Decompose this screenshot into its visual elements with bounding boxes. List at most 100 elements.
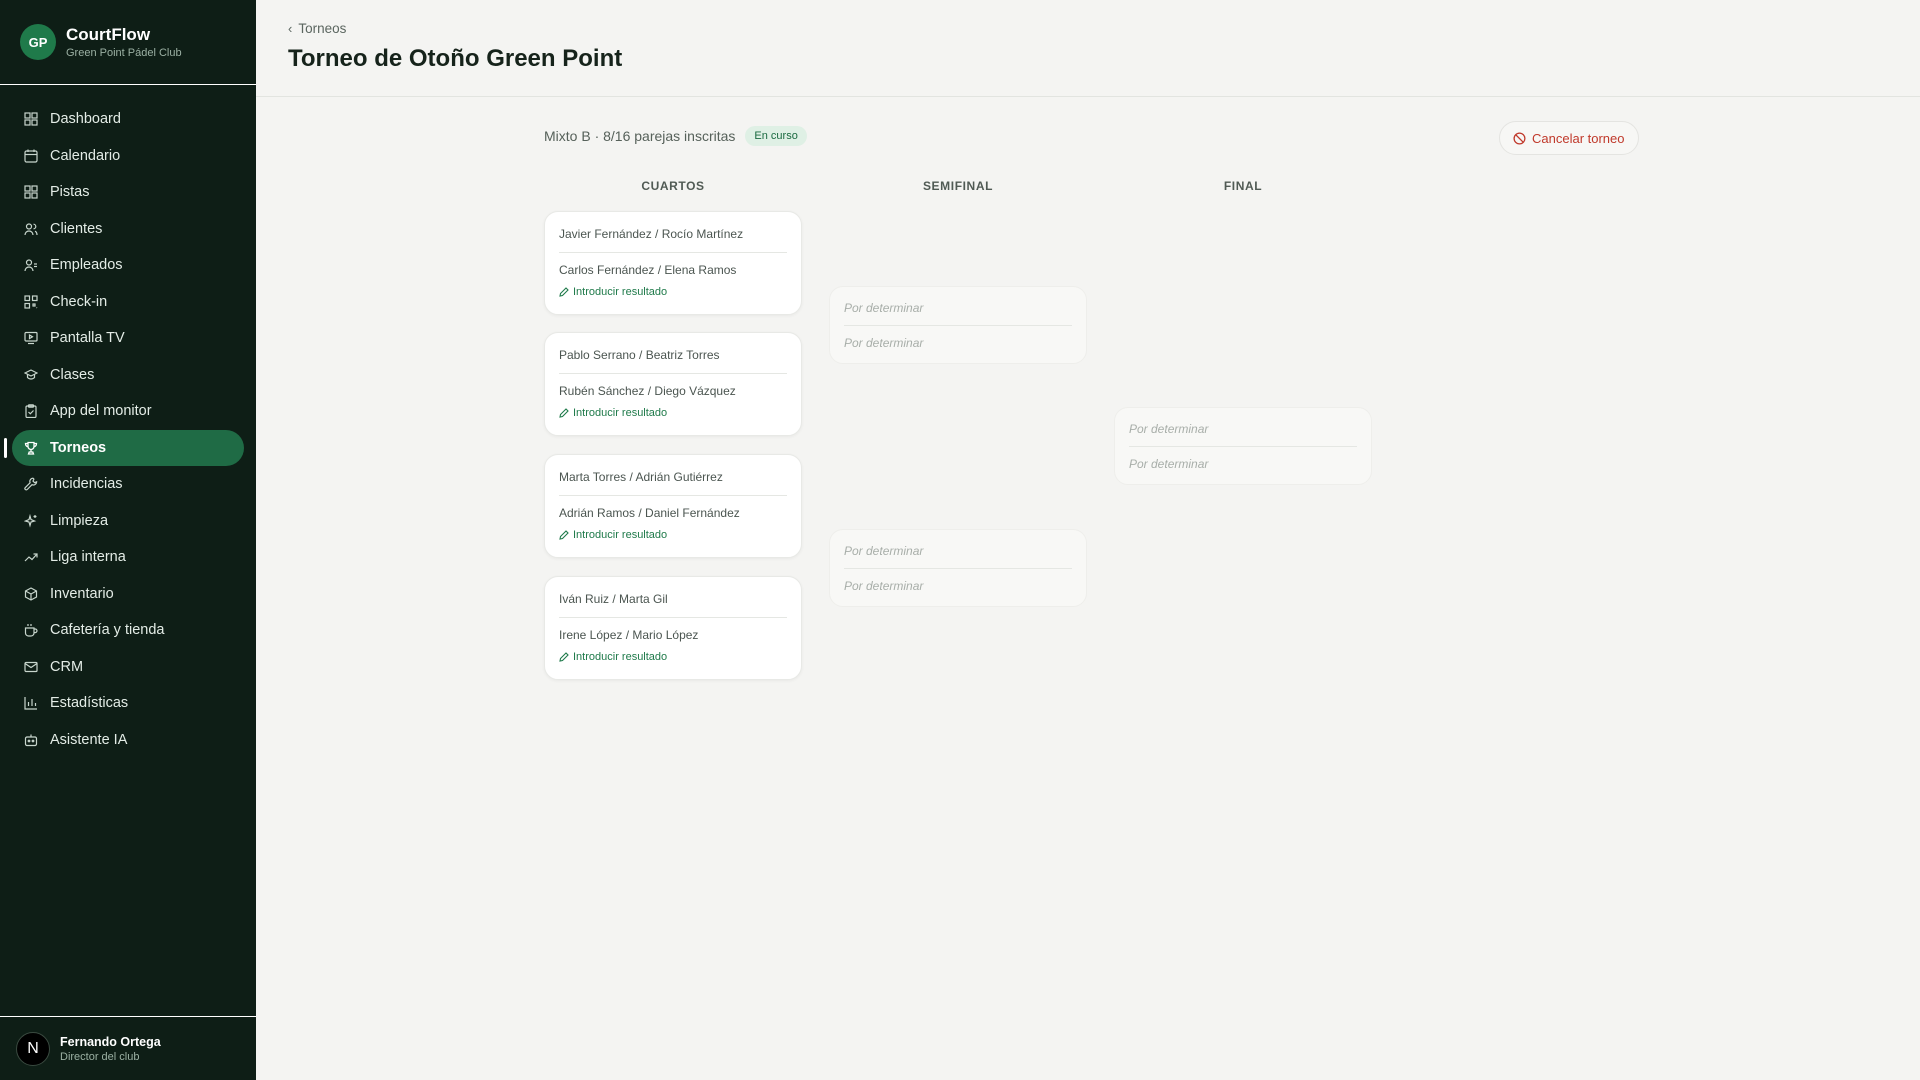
sidebar-item-crm[interactable]: CRM	[12, 649, 244, 685]
sidebar-item-clases[interactable]: Clases	[12, 357, 244, 393]
sidebar-item-label: Liga interna	[50, 549, 126, 565]
team-1: Por determinar	[1129, 408, 1357, 447]
sidebar-item-dashboard[interactable]: Dashboard	[12, 101, 244, 137]
enter-result-button[interactable]: Introducir resultado	[559, 286, 787, 298]
team-1: Javier Fernández / Rocío Martínez	[559, 212, 787, 253]
sidebar-item-empleados[interactable]: Empleados	[12, 247, 244, 283]
column-header-final: FINAL	[1223, 179, 1263, 193]
sidebar-item-clientes[interactable]: Clientes	[12, 211, 244, 247]
sidebar-item-label: App del monitor	[50, 403, 152, 419]
bar-chart-icon	[24, 696, 38, 710]
sidebar-item-label: Estadísticas	[50, 695, 129, 711]
column-header-quarters: CUARTOS	[641, 179, 705, 193]
sidebar-item-label: CRM	[50, 658, 84, 675]
enter-result-button[interactable]: Introducir resultado	[559, 407, 787, 419]
team-2: Por determinar	[844, 336, 924, 350]
sidebar-item-label: Check-in	[50, 293, 108, 310]
calendar-icon	[24, 149, 38, 163]
breadcrumb-label: Torneos	[298, 21, 347, 36]
team-1: Por determinar	[844, 530, 1072, 569]
user-profile[interactable]: N Fernando Ortega Director del club	[0, 1016, 256, 1080]
trophy-icon	[24, 441, 38, 455]
sidebar-item-calendario[interactable]: Calendario	[12, 138, 244, 174]
team-1: Iván Ruiz / Marta Gil	[559, 577, 787, 618]
box-icon	[24, 586, 38, 601]
pencil-icon	[559, 652, 569, 662]
sidebar-nav: Dashboard Calendario Pistas Clientes Emp…	[0, 85, 256, 1016]
pencil-icon	[559, 530, 569, 540]
status-badge: En curso	[745, 126, 807, 146]
sidebar-item-label: Asistente IA	[50, 731, 128, 748]
sidebar-item-label: Torneos	[50, 439, 107, 456]
sidebar-item-label: Limpieza	[50, 512, 109, 529]
sidebar-item-torneos[interactable]: Torneos	[4, 429, 244, 466]
app-name: CourtFlow	[66, 25, 151, 44]
semifinal-match: Por determinar Por determinar	[829, 529, 1087, 607]
quarterfinal-match: Pablo Serrano / Beatriz Torres Rubén Sán…	[544, 332, 802, 436]
club-name: Green Point Pádel Club	[66, 47, 182, 59]
avatar: N	[16, 1031, 50, 1066]
enter-result-label: Introducir resultado	[573, 529, 668, 541]
chevron-left-icon: ‹	[288, 21, 293, 36]
brand[interactable]: GP CourtFlow Green Point Pádel Club	[0, 0, 256, 85]
sidebar-item-label: Cafetería y tienda	[50, 622, 165, 638]
sidebar-item-label: Empleados	[50, 257, 123, 273]
cancel-tournament-button[interactable]: Cancelar torneo	[1499, 121, 1639, 155]
ban-icon	[1513, 131, 1526, 145]
sidebar-item-check-in[interactable]: Check-in	[12, 284, 244, 320]
breadcrumb[interactable]: ‹ Torneos	[288, 21, 1920, 36]
sidebar-item-label: Calendario	[50, 147, 121, 164]
team-2: Carlos Fernández / Elena Ramos	[559, 263, 737, 277]
enter-result-label: Introducir resultado	[573, 407, 668, 419]
sidebar-item-inventario[interactable]: Inventario	[12, 576, 244, 612]
column-header-semis: SEMIFINAL	[922, 179, 994, 193]
active-indicator	[4, 437, 7, 458]
team-1: Marta Torres / Adrián Gutiérrez	[559, 455, 787, 496]
sidebar-item-estadisticas[interactable]: Estadísticas	[12, 685, 244, 721]
dashboard-icon	[24, 112, 38, 126]
sidebar-item-liga-interna[interactable]: Liga interna	[12, 539, 244, 575]
sidebar-item-limpieza[interactable]: Limpieza	[12, 503, 244, 539]
qr-icon	[24, 294, 38, 309]
sidebar-item-cafeteria[interactable]: Cafetería y tienda	[12, 612, 244, 648]
team-2: Por determinar	[1129, 457, 1209, 471]
team-2: Rubén Sánchez / Diego Vázquez	[559, 384, 736, 398]
enter-result-button[interactable]: Introducir resultado	[559, 651, 787, 663]
enter-result-label: Introducir resultado	[573, 651, 668, 663]
sparkle-icon	[24, 513, 38, 528]
final-match: Por determinar Por determinar	[1114, 407, 1372, 485]
page-title: Torneo de Otoño Green Point	[288, 45, 623, 72]
cancel-tournament-label: Cancelar torneo	[1532, 130, 1625, 146]
sidebar-item-asistente-ia[interactable]: Asistente IA	[12, 722, 244, 758]
sidebar-item-label: Pistas	[50, 184, 90, 200]
graduation-icon	[24, 368, 38, 382]
enter-result-button[interactable]: Introducir resultado	[559, 529, 787, 541]
semifinal-match: Por determinar Por determinar	[829, 286, 1087, 364]
quarterfinal-match: Javier Fernández / Rocío Martínez Carlos…	[544, 211, 802, 315]
sidebar-item-incidencias[interactable]: Incidencias	[12, 466, 244, 502]
pencil-icon	[559, 408, 569, 418]
clipboard-icon	[24, 404, 38, 418]
sidebar-item-pistas[interactable]: Pistas	[12, 174, 244, 210]
mail-icon	[24, 660, 38, 674]
main-content: ‹ Torneos Torneo de Otoño Green Point Mi…	[256, 0, 1920, 1080]
trend-icon	[24, 550, 38, 564]
sidebar-item-label: Inventario	[50, 585, 114, 602]
team-1: Por determinar	[844, 287, 1072, 326]
team-2: Adrián Ramos / Daniel Fernández	[559, 506, 740, 520]
brand-logo: GP	[20, 24, 56, 60]
users-icon	[24, 222, 38, 236]
sidebar-item-pantalla-tv[interactable]: Pantalla TV	[12, 320, 244, 356]
page-header: ‹ Torneos Torneo de Otoño Green Point	[256, 0, 1920, 97]
sidebar-item-label: Dashboard	[50, 111, 121, 127]
team-1: Pablo Serrano / Beatriz Torres	[559, 333, 787, 374]
coffee-icon	[24, 623, 38, 637]
quarterfinal-match: Marta Torres / Adrián Gutiérrez Adrián R…	[544, 454, 802, 558]
team-2: Por determinar	[844, 579, 924, 593]
sidebar-item-app-monitor[interactable]: App del monitor	[12, 393, 244, 429]
employee-icon	[24, 258, 38, 272]
tournament-info: Mixto B · 8/16 parejas inscritas En curs…	[544, 126, 807, 146]
sidebar: GP CourtFlow Green Point Pádel Club Dash…	[0, 0, 256, 1080]
sidebar-item-label: Clases	[50, 366, 95, 383]
sidebar-item-label: Incidencias	[50, 476, 123, 492]
